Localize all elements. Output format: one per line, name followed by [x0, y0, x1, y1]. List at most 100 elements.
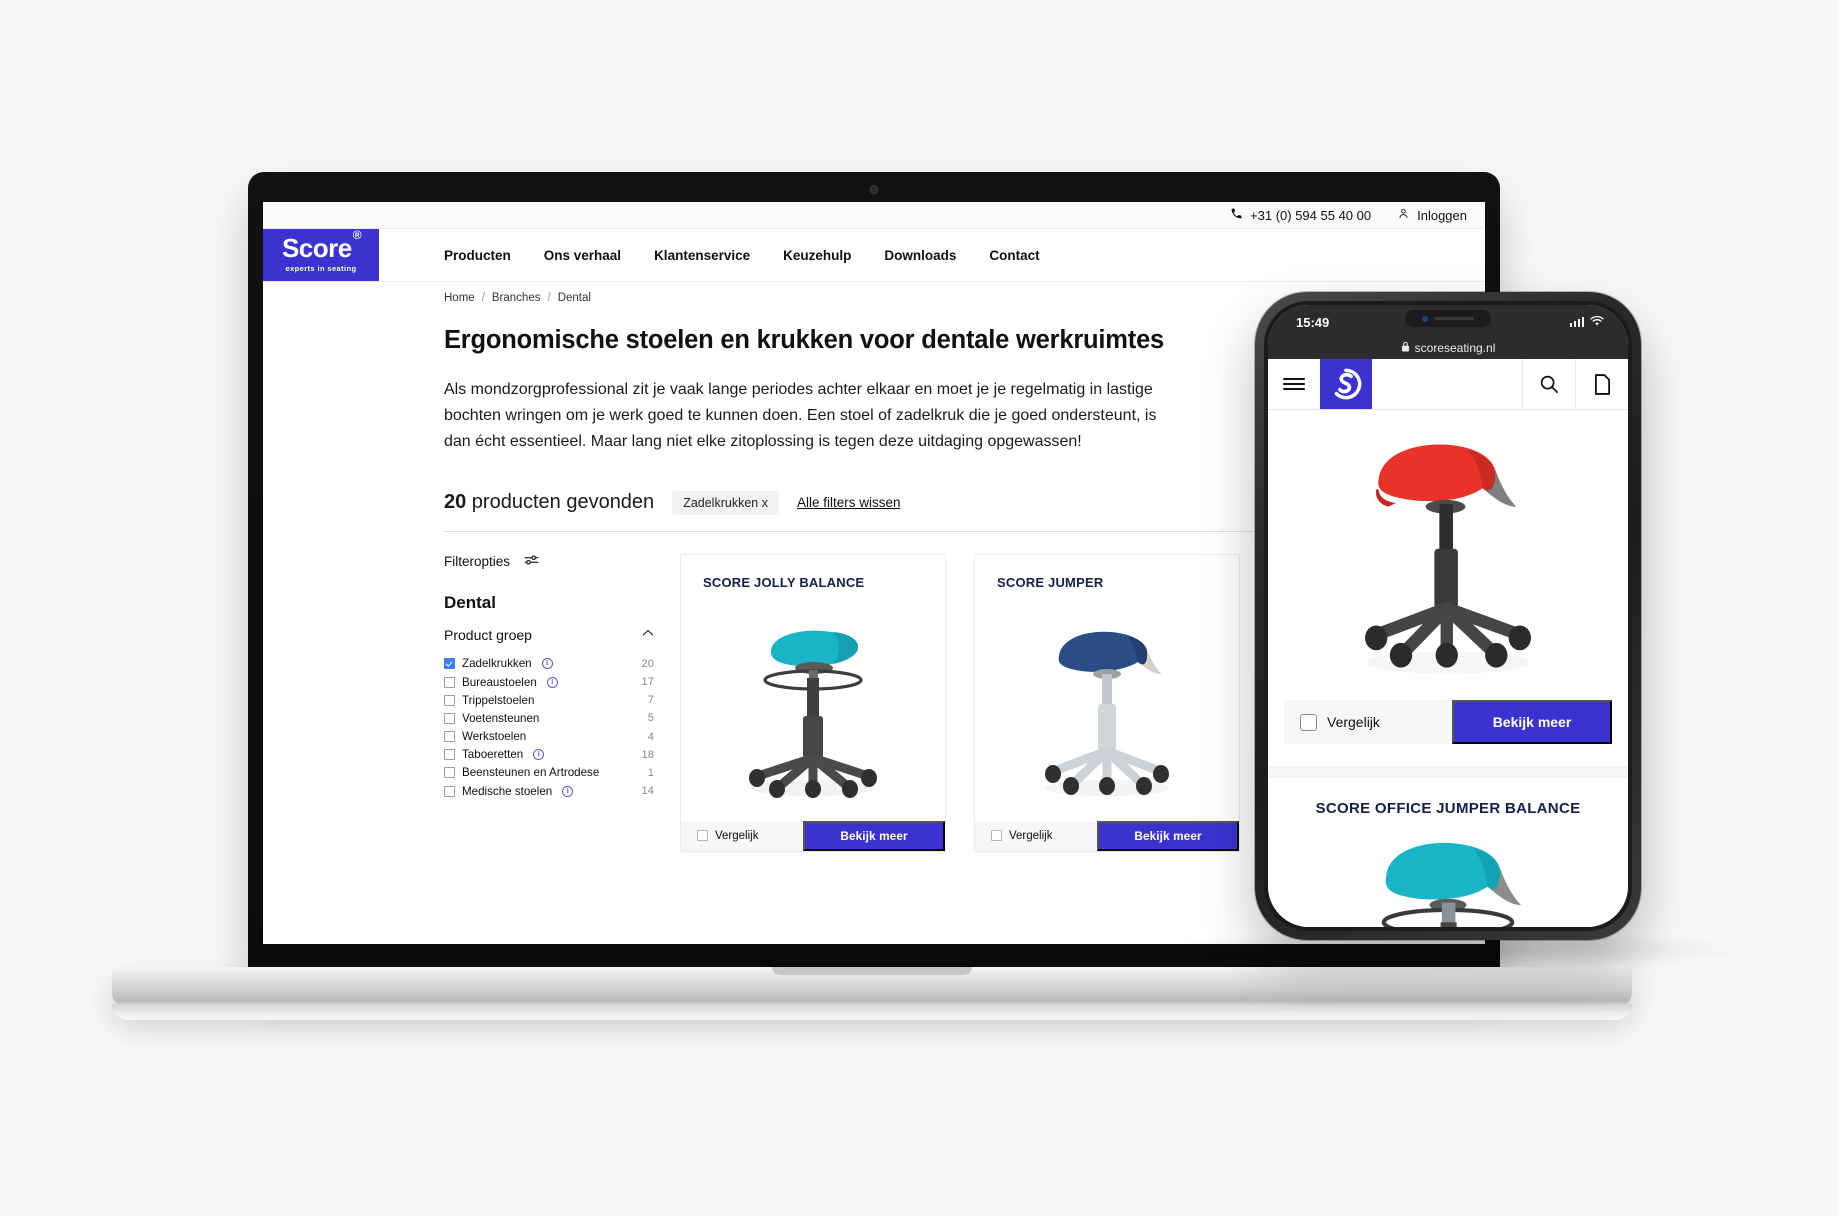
filter-checkbox[interactable] [444, 658, 455, 670]
filter-option-label: Voetensteunen [462, 711, 540, 725]
filter-options-toggle[interactable]: Filteropties [444, 554, 654, 569]
filter-option-row[interactable]: Bureaustoelen i 17 [444, 673, 654, 691]
browser-url-bar[interactable]: scoreseating.nl [1268, 337, 1628, 359]
dynamic-island [1405, 310, 1491, 327]
filter-option-count: 7 [647, 694, 654, 707]
compare-checkbox[interactable]: Vergelijk [1284, 700, 1452, 744]
user-icon [1397, 207, 1410, 223]
filter-checkbox[interactable] [444, 749, 455, 761]
checkbox-box [991, 830, 1002, 842]
nav-item-ons-verhaal[interactable]: Ons verhaal [544, 248, 621, 263]
filter-option-label: Medische stoelen [462, 784, 553, 798]
breadcrumb-branches[interactable]: Branches [492, 292, 541, 304]
nav-item-klantenservice[interactable]: Klantenservice [654, 248, 750, 263]
active-filter-chip[interactable]: Zadelkrukken x [672, 490, 779, 515]
chevron-up-icon [642, 628, 654, 640]
saddle-stool-teal-illustration [749, 630, 877, 799]
phone-mockup: 15:49 scoreseating.nl Vergelijk Bekijk m… [1255, 292, 1641, 940]
logo-wordmark: Score® [281, 227, 362, 264]
nav-item-contact[interactable]: Contact [989, 248, 1039, 263]
product-card[interactable]: SCORE JOLLY BALANCE Vergelijk Bekijk mee… [680, 553, 946, 852]
phone-number: +31 (0) 594 55 40 00 [1250, 207, 1372, 223]
clear-all-filters-link[interactable]: Alle filters wissen [797, 495, 901, 510]
utility-bar: +31 (0) 594 55 40 00 Inloggen [263, 202, 1485, 229]
status-time: 15:49 [1296, 314, 1330, 330]
filter-option-label: Werkstoelen [462, 730, 527, 744]
phone-bezel: 15:49 scoreseating.nl Vergelijk Bekijk m… [1264, 301, 1632, 931]
filter-option-label: Zadelkrukken [462, 657, 532, 671]
filter-checkbox[interactable] [444, 785, 455, 797]
scene: +31 (0) 594 55 40 00 Inloggen Score® exp… [0, 0, 1839, 1216]
compare-label: Vergelijk [1009, 829, 1053, 842]
login-link[interactable]: Inloggen [1397, 207, 1467, 223]
compare-checkbox[interactable]: Vergelijk [681, 821, 803, 851]
filter-option-count: 4 [647, 730, 654, 743]
filter-option-row[interactable]: Beensteunen en Artrodese 1 [444, 764, 654, 782]
filter-option-label: Bureaustoelen [462, 675, 537, 689]
product-title: SCORE JUMPER [997, 574, 1104, 590]
compare-label: Vergelijk [715, 829, 759, 842]
filter-branch-title: Dental [444, 592, 496, 612]
login-label: Inloggen [1417, 207, 1467, 223]
phone-link[interactable]: +31 (0) 594 55 40 00 [1230, 207, 1371, 223]
filter-option-row[interactable]: Trippelstoelen 7 [444, 691, 654, 709]
sliders-icon [524, 554, 539, 569]
site-header: Score® experts in seating Producten Ons … [263, 229, 1485, 282]
nav-item-producten[interactable]: Producten [444, 248, 511, 263]
filter-group-header[interactable]: Product groep [444, 627, 654, 655]
webcam-icon [869, 185, 879, 194]
product-image [681, 590, 945, 821]
phone-product-card[interactable]: Vergelijk Bekijk meer [1268, 410, 1628, 754]
filter-option-row[interactable]: Medische stoelen i 14 [444, 782, 654, 800]
saddle-stool-teal-phone-illustration [1381, 842, 1521, 927]
score-logo-mark[interactable] [1320, 359, 1372, 409]
nav-item-downloads[interactable]: Downloads [884, 248, 956, 263]
filter-checkbox[interactable] [444, 731, 455, 743]
info-icon[interactable]: i [546, 676, 558, 688]
product-title: SCORE JOLLY BALANCE [703, 574, 865, 590]
breadcrumb-separator: / [547, 292, 551, 304]
info-icon[interactable]: i [541, 658, 553, 670]
product-image [1268, 410, 1628, 690]
product-card-footer: Vergelijk Bekijk meer [681, 820, 945, 851]
filter-option-count: 20 [641, 657, 654, 670]
filter-option-row[interactable]: Werkstoelen 4 [444, 727, 654, 745]
product-image [1268, 821, 1628, 927]
info-icon[interactable]: i [562, 785, 574, 797]
nav-item-keuzehulp[interactable]: Keuzehulp [783, 248, 851, 263]
speaker-bar [1434, 317, 1474, 320]
view-more-button[interactable]: Bekijk meer [803, 820, 945, 851]
document-icon[interactable] [1575, 359, 1628, 409]
compare-checkbox[interactable]: Vergelijk [975, 821, 1097, 851]
info-icon[interactable]: i [533, 749, 545, 761]
phone-product-card[interactable]: SCORE OFFICE JUMPER BALANCE [1268, 778, 1628, 927]
filter-checkbox[interactable] [444, 712, 455, 724]
logo-tagline: experts in seating [285, 263, 357, 273]
filter-checkbox[interactable] [444, 694, 455, 706]
search-icon[interactable] [1522, 359, 1575, 409]
filter-option-label: Trippelstoelen [462, 693, 535, 707]
filter-option-count: 5 [647, 712, 654, 725]
breadcrumb-dental[interactable]: Dental [558, 292, 591, 304]
product-card-footer: Vergelijk Bekijk meer [975, 820, 1239, 851]
filter-option-row[interactable]: Taboeretten i 18 [444, 746, 654, 764]
breadcrumb-home[interactable]: Home [444, 292, 475, 304]
filter-option-count: 18 [641, 748, 654, 761]
view-more-button[interactable]: Bekijk meer [1097, 820, 1239, 851]
saddle-stool-red-illustration [1365, 444, 1531, 674]
filter-checkbox[interactable] [444, 676, 455, 688]
compare-label: Vergelijk [1327, 714, 1380, 730]
filter-group-label: Product groep [444, 626, 532, 643]
hamburger-icon[interactable] [1268, 359, 1320, 409]
score-logo[interactable]: Score® experts in seating [263, 229, 379, 281]
filter-option-label: Beensteunen en Artrodese [462, 766, 600, 780]
filter-checkbox[interactable] [444, 767, 455, 779]
view-more-button[interactable]: Bekijk meer [1452, 700, 1612, 744]
filter-option-row[interactable]: Voetensteunen 5 [444, 709, 654, 727]
filter-sidebar: Filteropties Dental Product groep Zadelk… [444, 554, 672, 852]
filter-options-label: Filteropties [444, 553, 511, 569]
phone-nav-bar [1268, 359, 1628, 410]
filter-option-row[interactable]: Zadelkrukken i 20 [444, 655, 654, 673]
product-card[interactable]: SCORE JUMPER Vergelijk Bekijk meer [974, 553, 1240, 852]
